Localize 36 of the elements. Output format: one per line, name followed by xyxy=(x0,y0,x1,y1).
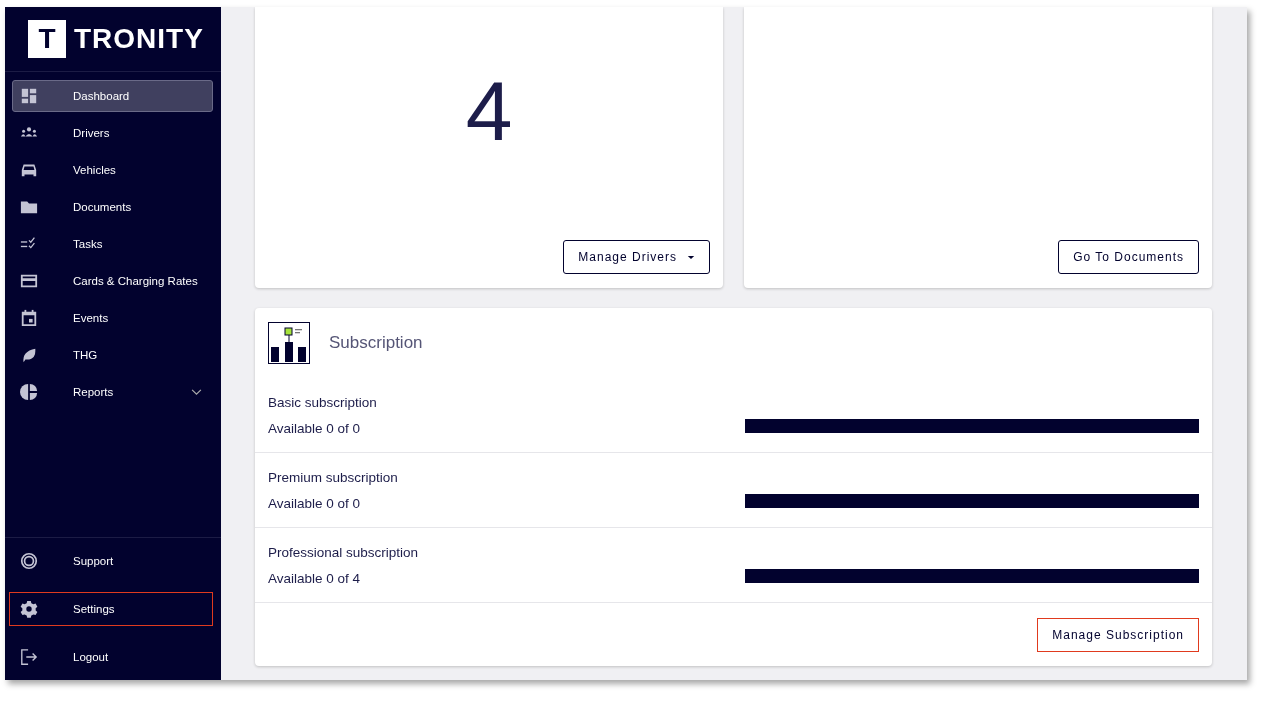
chevron-down-icon xyxy=(191,388,202,396)
availability-text: Available 0 of 0 xyxy=(268,495,362,511)
calendar-icon xyxy=(20,309,38,327)
leaf-icon xyxy=(20,346,38,364)
logo-mark: T xyxy=(28,20,66,58)
card-button[interactable]: Go To Documents xyxy=(1058,240,1199,274)
sidebar-item[interactable]: Drivers xyxy=(12,117,213,149)
dashboard-icon xyxy=(20,87,38,105)
logo-text: TRONITY xyxy=(74,23,204,55)
sidebar-item[interactable]: Logout xyxy=(9,640,213,674)
sidebar-item[interactable]: Tasks xyxy=(12,228,213,260)
sidebar-item[interactable]: Vehicles xyxy=(12,154,213,186)
pie-chart-icon xyxy=(20,383,38,401)
subscription-name: Premium subscription xyxy=(268,469,398,485)
sidebar-item[interactable]: Dashboard xyxy=(12,80,213,112)
caret-icon xyxy=(687,254,695,260)
sidebar-item[interactable]: Support xyxy=(9,544,213,578)
availability-text: Available 0 of 0 xyxy=(268,420,362,436)
sidebar-item[interactable]: Reports xyxy=(12,376,213,408)
settings-icon xyxy=(20,600,38,618)
manage-subscription-button[interactable]: Manage Subscription xyxy=(1037,617,1199,652)
card-title: Subscription xyxy=(329,333,423,353)
sidebar-item[interactable]: THG xyxy=(12,339,213,371)
subscription-name: Professional subscription xyxy=(268,544,419,560)
availability-text: Available 0 of 4 xyxy=(268,570,362,586)
bar-chart-icon xyxy=(268,322,310,364)
logout-icon xyxy=(20,648,38,666)
card-icon xyxy=(20,272,38,290)
support-icon xyxy=(20,552,38,570)
card-button[interactable]: Manage Drivers xyxy=(563,240,710,274)
sidebar-item[interactable]: Cards & Charging Rates xyxy=(12,265,213,297)
sidebar-item[interactable]: Documents xyxy=(12,191,213,223)
subscription-name: Basic subscription xyxy=(268,394,377,410)
sidebar-item[interactable]: Settings xyxy=(9,592,213,626)
sidebar-item[interactable]: Events xyxy=(12,302,213,334)
driver-count: 4 xyxy=(464,69,514,153)
